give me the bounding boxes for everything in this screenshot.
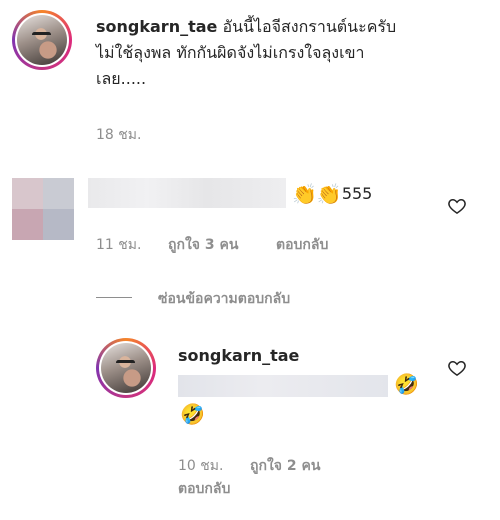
top-comment: songkarn_tae อันนี้ไอจีสงกรานต์นะครับ ไม… — [96, 14, 486, 92]
avatar-redacted[interactable] — [12, 178, 74, 240]
nested-reply-likes-count[interactable]: ถูกใจ 2 คน — [250, 455, 320, 477]
reply-username[interactable]: songkarn_tae — [178, 346, 299, 365]
clapping-hands-icon: 👏 — [316, 182, 342, 206]
comment-text-line2: ไม่ใช้ลุงพล ทักกันผิดจังไม่เกรงใจลุงเขา — [96, 43, 365, 62]
rolling-laughing-face-icon: 🤣 — [394, 372, 419, 396]
reply-timestamp[interactable]: 11 ชม. — [96, 234, 141, 256]
comment-username[interactable]: songkarn_tae — [96, 17, 217, 36]
clapping-hands-icon: 👏 — [292, 182, 317, 206]
profile-photo — [101, 343, 151, 393]
avatar-songkarn-tae-reply[interactable] — [96, 338, 156, 398]
reply-text: 555 — [341, 184, 373, 203]
redacted-reply-text — [178, 375, 388, 397]
hide-replies-button[interactable]: ซ่อนข้อความตอบกลับ — [158, 288, 290, 310]
avatar-songkarn-tae[interactable] — [12, 10, 72, 70]
heart-icon[interactable] — [447, 196, 467, 216]
hide-replies-divider — [96, 297, 132, 298]
nested-reply-button[interactable]: ตอบกลับ — [178, 478, 230, 500]
comment-text-line3: เลย..... — [96, 69, 147, 88]
nested-reply-timestamp[interactable]: 10 ชม. — [178, 455, 223, 477]
comment-text-line1: อันนี้ไอจีสงกรานต์นะครับ — [222, 17, 397, 36]
reply-emoji: 👏👏555 — [292, 182, 372, 206]
rolling-laughing-face-icon: 🤣 — [180, 402, 205, 426]
comment-timestamp[interactable]: 18 ชม. — [96, 124, 141, 146]
profile-photo — [17, 15, 67, 65]
reply-button[interactable]: ตอบกลับ — [276, 234, 328, 256]
redacted-username — [88, 178, 286, 208]
heart-icon[interactable] — [447, 358, 467, 378]
reply-likes-count[interactable]: ถูกใจ 3 คน — [168, 234, 238, 256]
